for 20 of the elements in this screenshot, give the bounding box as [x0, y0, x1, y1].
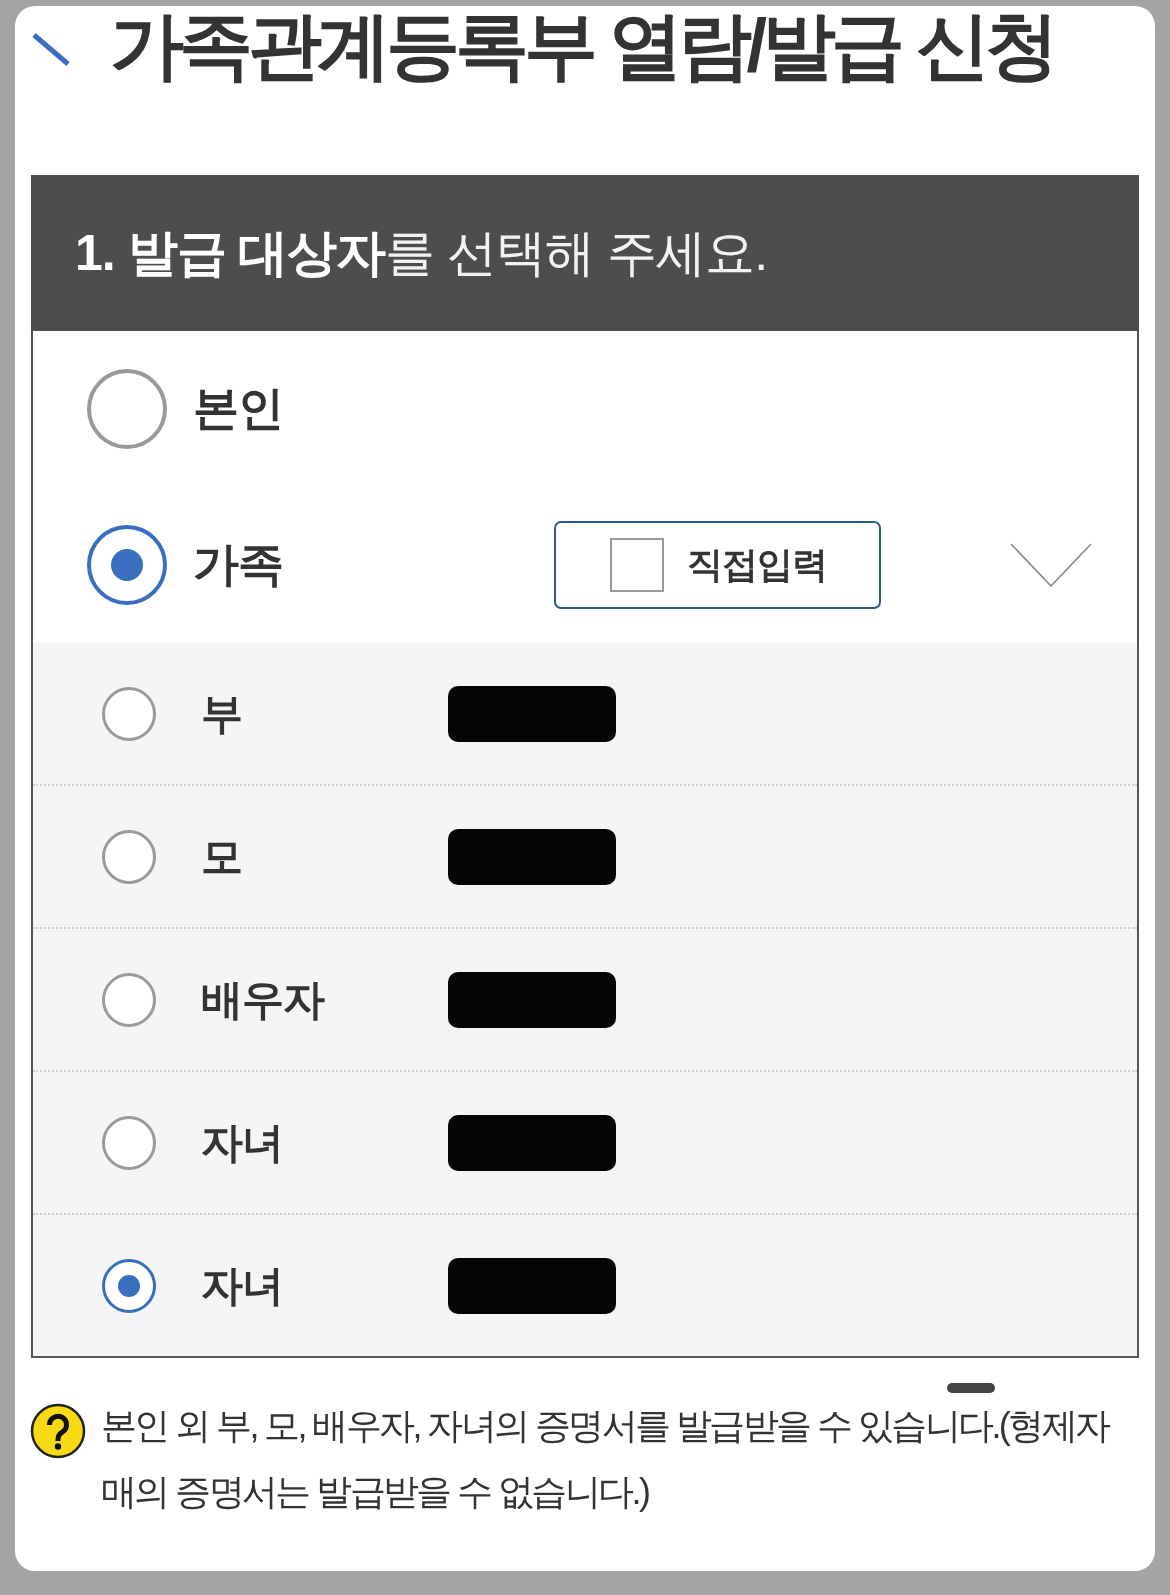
radio-button[interactable]: [102, 829, 156, 884]
note-text: 본인 외 부, 모, 배우자, 자녀의 증명서를 발급받을 수 있습니다.(형제자매의 증명서는 발급받을 수 없습니다.): [101, 1404, 1110, 1514]
radio-button[interactable]: [102, 1115, 156, 1170]
relation-label: 부: [201, 688, 242, 739]
page-title: 가족관계등록부 열람/발급 신청: [110, 6, 1054, 86]
radio-button[interactable]: [102, 972, 156, 1027]
radio-button[interactable]: [102, 686, 156, 741]
relation-label: 배우자: [201, 974, 324, 1025]
help-icon: [30, 1403, 86, 1459]
slash-icon: [32, 32, 70, 66]
relation-label: 모: [201, 831, 242, 882]
checkbox[interactable]: [610, 538, 664, 592]
option-label: 본인: [193, 381, 283, 436]
chevron-down-icon[interactable]: [1010, 543, 1092, 587]
relation-label: 자녀: [201, 1260, 283, 1311]
option-label: 가족: [193, 537, 283, 592]
step-heading: 1. 발급 대상자를 선택해 주세요.: [75, 223, 768, 283]
manual-entry-button[interactable]: 직접입력: [554, 521, 881, 609]
relation-label: 자녀: [201, 1117, 283, 1168]
radio-button[interactable]: [102, 1258, 156, 1313]
